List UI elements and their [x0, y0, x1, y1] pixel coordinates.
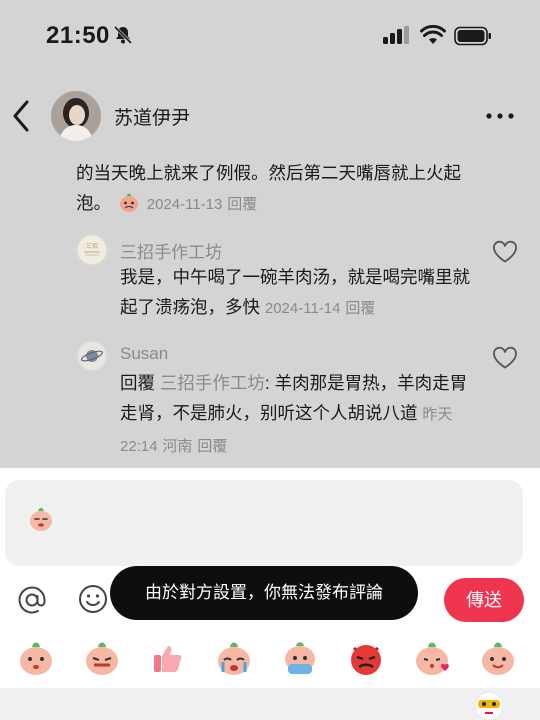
reply-author[interactable]: Susan	[120, 344, 168, 364]
bottom-bar	[0, 688, 540, 720]
reply-date: 2024-11-14	[264, 300, 341, 317]
heart-icon[interactable]	[492, 240, 518, 264]
heart-icon[interactable]	[492, 346, 518, 370]
wifi-icon	[420, 24, 446, 44]
battery-icon	[454, 26, 491, 46]
status-time: 21:50	[46, 22, 110, 49]
reply-body: 我是，中午喝了一碗羊肉汤，就是喝完嘴里就起了溃疡泡，多快 2024-11-14 …	[120, 262, 470, 324]
peach-kiss-emoji-icon[interactable]	[412, 638, 452, 678]
comment-reply-link[interactable]: 回覆	[227, 196, 257, 213]
reply-location: 河南	[162, 438, 193, 455]
peach-laugh-emoji-icon[interactable]	[82, 638, 122, 678]
comment-date: 2024-11-13	[146, 196, 223, 213]
reply-avatar[interactable]	[76, 340, 108, 372]
comment-composer: 由於對方設置，你無法發布評論 傳送	[0, 468, 540, 720]
user-avatar[interactable]	[51, 91, 101, 141]
thumbs-up-emoji-icon[interactable]	[148, 638, 188, 678]
back-arrow-icon[interactable]	[10, 98, 32, 134]
svg-text:三招: 三招	[86, 242, 98, 250]
cellular-signal-icon	[383, 26, 409, 44]
angry-red-emoji-icon[interactable]	[346, 638, 386, 678]
send-button[interactable]: 傳送	[444, 578, 524, 622]
peach-shy-emoji-icon[interactable]	[16, 638, 56, 678]
emoji-bar	[0, 638, 540, 682]
reply-author[interactable]: 三招手作工坊	[120, 238, 222, 263]
status-bar: 21:50	[0, 0, 540, 70]
comment-disabled-toast: 由於對方設置，你無法發布評論	[110, 566, 418, 620]
reply-avatar[interactable]: 三招	[76, 234, 108, 266]
conversation-title: 苏道伊尹	[114, 108, 191, 129]
reply-reply-link[interactable]: 回覆	[197, 438, 227, 455]
peach-tears-emoji-icon[interactable]	[214, 638, 254, 678]
mention-at-icon[interactable]	[16, 584, 48, 616]
comment-body: 的当天晚上就来了例假。然后第二天嘴唇就上火起泡。 2024-11-13 回覆	[76, 158, 476, 220]
bell-muted-icon	[113, 25, 133, 45]
reply-mention[interactable]: 三招手作工坊	[160, 373, 265, 393]
mascot-icon	[474, 691, 504, 720]
reply-body: 回覆 三招手作工坊: 羊肉那是胃热，羊肉走胃走肾，不是肺火，别听这个人胡说八道 …	[120, 368, 470, 462]
reply-reply-link[interactable]: 回覆	[345, 300, 375, 317]
reply-prefix: 回覆	[120, 373, 155, 393]
peach-scared-emoji-icon[interactable]	[280, 638, 320, 678]
comment-input[interactable]	[5, 480, 523, 566]
crying-emoji-icon	[119, 193, 138, 212]
peach-emoji-icon	[30, 508, 52, 531]
more-options-icon[interactable]	[484, 106, 516, 126]
emoji-picker-icon[interactable]	[78, 584, 108, 614]
peach-smile-emoji-icon[interactable]	[478, 638, 518, 678]
conversation-header: 苏道伊尹	[0, 88, 540, 146]
